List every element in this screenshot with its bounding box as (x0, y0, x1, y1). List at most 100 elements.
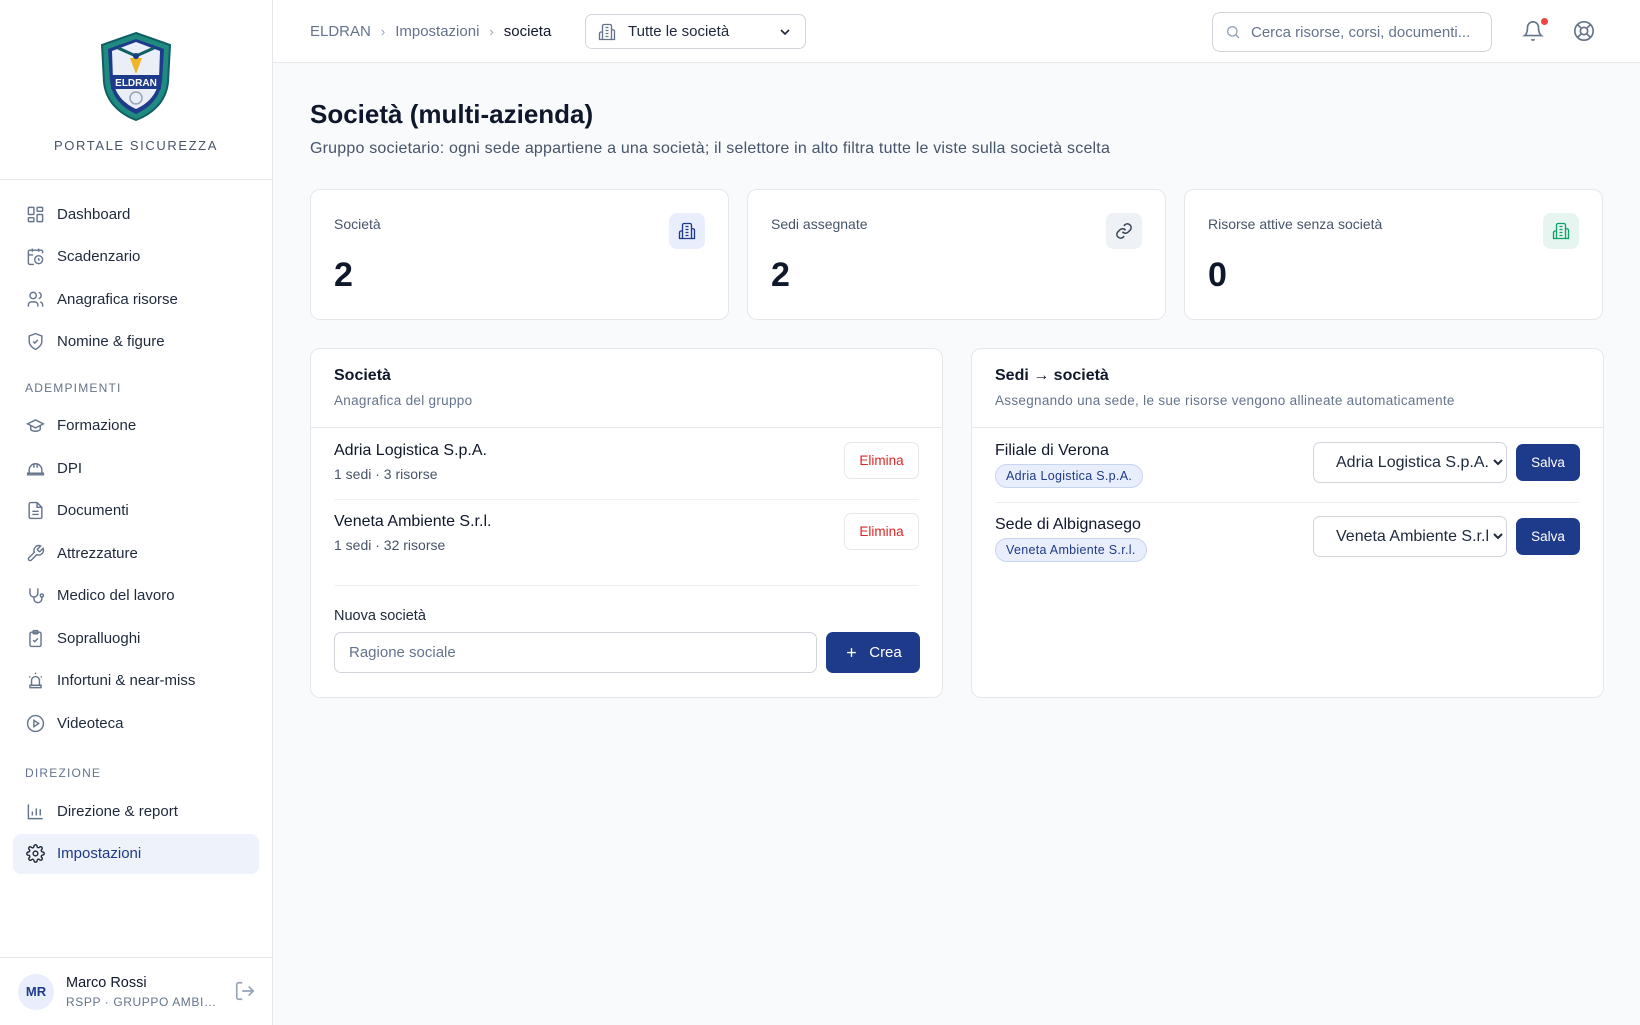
list-item: Veneta Ambiente S.r.l. 1 sedi · 32 risor… (334, 513, 919, 553)
stat-value: 0 (1208, 256, 1227, 294)
stat-label: Risorse attive senza società (1208, 216, 1383, 232)
card-subtitle: Assegnando una sede, le sue risorse veng… (995, 393, 1455, 408)
notification-dot (1541, 18, 1548, 25)
sidebar-item-dashboard[interactable]: Dashboard (13, 194, 259, 234)
search-box (1212, 12, 1492, 52)
sidebar-item-dpi[interactable]: DPI (13, 448, 259, 488)
brand: ELDRAN PORTALE SICUREZZA (0, 0, 272, 180)
divider (334, 585, 919, 586)
breadcrumb-separator-icon: › (489, 24, 494, 39)
company-filter-value: Tutte le società (628, 23, 730, 40)
card-title: Società (334, 367, 391, 384)
list-item: Adria Logistica S.p.A. 1 sedi · 3 risors… (334, 442, 919, 482)
sidebar-item-attrezzature[interactable]: Attrezzature (13, 533, 259, 573)
building-icon (669, 213, 705, 249)
sidebar-item-label: Infortuni & near-miss (57, 672, 196, 689)
sidebar: ELDRAN PORTALE SICUREZZA Dashboard Scade… (0, 0, 273, 1025)
calendar-clock-icon (25, 247, 45, 267)
company-badge: Veneta Ambiente S.r.l. (995, 538, 1147, 562)
new-company-label: Nuova società (334, 608, 426, 624)
sidebar-item-impostazioni[interactable]: Impostazioni (13, 833, 259, 874)
sidebar-item-direzione-report[interactable]: Direzione & report (13, 791, 259, 831)
company-meta: 1 sedi · 3 risorse (334, 466, 438, 482)
sidebar-section-direzione: DIREZIONE (25, 766, 102, 780)
company-meta: 1 sedi · 32 risorse (334, 537, 446, 553)
sidebar-item-medico[interactable]: Medico del lavoro (13, 576, 259, 616)
sidebar-item-label: Attrezzature (57, 544, 138, 562)
sidebar-item-documenti[interactable]: Documenti (13, 491, 259, 531)
card-header: Società Anagrafica del gruppo (311, 349, 942, 428)
company-name-input[interactable] (334, 632, 817, 673)
company-filter-select[interactable]: Tutte le società (585, 14, 806, 49)
site-company-select[interactable]: Adria Logistica S.p.A. (1313, 442, 1507, 483)
user-panel: MR Marco Rossi RSPP · GRUPPO AMBIENTE (0, 957, 273, 1025)
divider (334, 499, 919, 500)
plus-icon (847, 648, 857, 657)
save-button[interactable]: Salva (1516, 518, 1580, 555)
card-subtitle: Anagrafica del gruppo (334, 393, 473, 408)
stethoscope-icon (25, 586, 45, 606)
logo-wordmark: ELDRAN (115, 78, 157, 89)
page-subtitle: Gruppo societario: ogni sede appartiene … (310, 140, 1111, 157)
delete-company-button[interactable]: Elimina (844, 442, 919, 479)
document-icon (25, 501, 45, 521)
card-title: Sedi → società (995, 367, 1109, 384)
sites-card: Sedi → società Assegnando una sede, le s… (971, 348, 1604, 698)
company-badge: Adria Logistica S.p.A. (995, 464, 1144, 488)
user-name: Marco Rossi (66, 974, 147, 991)
delete-company-button[interactable]: Elimina (844, 513, 919, 550)
siren-icon (25, 671, 45, 691)
building-icon (1543, 213, 1579, 249)
sidebar-item-label: Sopralluoghi (57, 629, 141, 647)
logout-icon[interactable] (234, 980, 256, 1002)
page-title: Società (multi-azienda) (310, 99, 594, 129)
company-name: Adria Logistica S.p.A. (334, 442, 487, 459)
help-lifebuoy-icon[interactable] (1573, 20, 1595, 42)
chevron-down-icon (780, 29, 790, 36)
sidebar-item-label: DPI (57, 459, 83, 477)
sidebar-item-nomine[interactable]: Nomine & figure (13, 322, 259, 362)
stat-label: Sedi assegnate (771, 216, 868, 232)
sidebar-item-infortuni[interactable]: Infortuni & near-miss (13, 661, 259, 701)
sidebar-item-label: Formazione (57, 417, 137, 434)
divider (995, 502, 1580, 503)
avatar[interactable]: MR (18, 973, 54, 1010)
sidebar-item-label: Nomine & figure (57, 333, 165, 350)
save-button[interactable]: Salva (1516, 444, 1580, 481)
stat-label: Società (334, 216, 381, 232)
sidebar-item-sopralluoghi[interactable]: Sopralluoghi (13, 618, 259, 658)
topbar: ELDRAN › Impostazioni › societa Tutte le… (273, 0, 1640, 63)
building-icon (598, 23, 616, 40)
eldran-shield-logo[interactable]: ELDRAN (96, 30, 176, 122)
sidebar-item-label: Videoteca (57, 714, 124, 732)
users-icon (25, 289, 45, 309)
sidebar-item-label: Dashboard (57, 205, 131, 223)
user-role: RSPP · GRUPPO AMBIENTE (66, 994, 216, 1009)
search-input[interactable] (1251, 23, 1491, 41)
link-icon (1106, 213, 1142, 249)
breadcrumb-separator-icon: › (380, 24, 386, 39)
card-header: Sedi → società Assegnando una sede, le s… (972, 349, 1603, 428)
site-company-select[interactable]: Veneta Ambiente S.r.l. (1313, 516, 1507, 557)
sidebar-item-label: Documenti (57, 502, 129, 519)
breadcrumb: ELDRAN › Impostazioni › societa (310, 0, 551, 63)
shield-check-icon (25, 332, 45, 352)
sidebar-item-anagrafica-risorse[interactable]: Anagrafica risorse (13, 279, 259, 319)
breadcrumb-impostazioni[interactable]: Impostazioni (395, 23, 479, 40)
sidebar-item-formazione[interactable]: Formazione (13, 406, 259, 446)
user-info: Marco Rossi RSPP · GRUPPO AMBIENTE (66, 975, 216, 1009)
graduation-cap-icon (25, 416, 45, 436)
clipboard-check-icon (25, 628, 45, 648)
companies-card: Società Anagrafica del gruppo Adria Logi… (310, 348, 943, 698)
sidebar-item-videoteca[interactable]: Videoteca (13, 703, 259, 743)
site-row: Sede di Albignasego Veneta Ambiente S.r.… (995, 516, 1580, 566)
wrench-icon (25, 543, 45, 563)
create-label: Crea (869, 644, 902, 661)
search-icon (1227, 26, 1240, 39)
stat-value: 2 (334, 256, 353, 294)
breadcrumb-root[interactable]: ELDRAN (310, 23, 371, 40)
sidebar-section-adempimenti: ADEMPIMENTI (25, 380, 122, 395)
sidebar-item-scadenzario[interactable]: Scadenzario (13, 237, 259, 277)
create-company-button[interactable]: Crea (826, 632, 920, 673)
sidebar-nav: Dashboard Scadenzario Anagrafica risorse… (0, 180, 272, 874)
